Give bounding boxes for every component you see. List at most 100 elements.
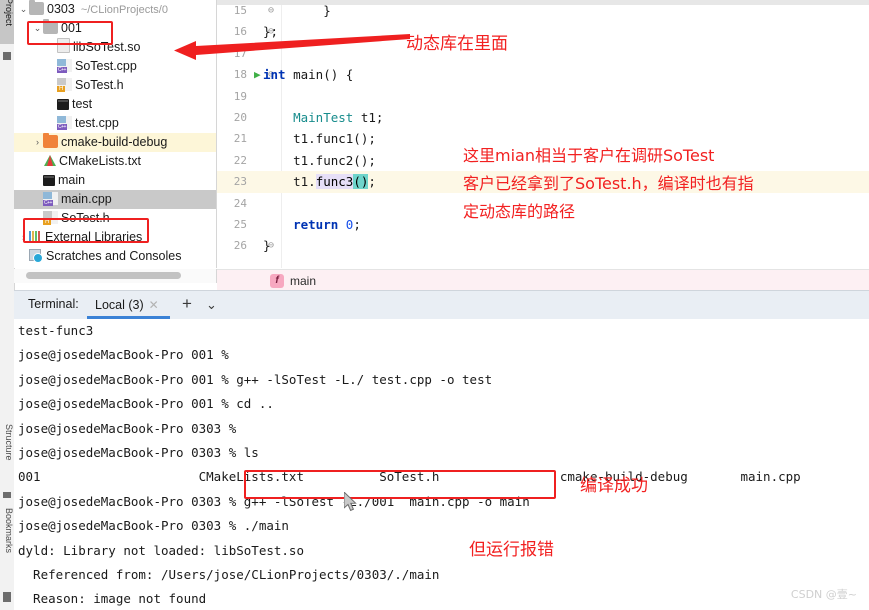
tree-item-main-cpp[interactable]: main.cpp xyxy=(14,190,216,209)
code-text: t1.func3(); xyxy=(263,171,376,192)
line-number: 24 xyxy=(233,196,247,210)
file-icon xyxy=(57,38,70,53)
project-tool-window[interactable]: ⌄ 0303 ~/CLionProjects/0 ⌄ 001 libSoTest.so So… xyxy=(14,0,217,268)
tree-item-sotest-h[interactable]: SoTest.h xyxy=(14,76,216,95)
cmake-icon xyxy=(43,154,56,167)
executable-icon xyxy=(57,99,69,110)
tree-item-label: SoTest.cpp xyxy=(75,59,137,74)
line-number: 26 xyxy=(233,239,247,253)
terminal-tab-label: Local (3) xyxy=(95,298,144,312)
bookmarks-tab-marker xyxy=(3,592,11,602)
tree-item-sotest-cpp[interactable]: SoTest.cpp xyxy=(14,57,216,76)
code-editor[interactable]: 15 ⊖ } 16 ⊖}; 17 18 ▶ ⊖ int main() {19 20 MainTes… xyxy=(217,0,869,268)
line-number: 23 xyxy=(233,175,247,189)
editor-line[interactable]: 16 ⊖}; xyxy=(217,21,869,42)
tree-item-path-hint: ~/CLionProjects/0 xyxy=(80,4,168,16)
sidebar-item-project[interactable]: Project xyxy=(0,0,14,44)
code-token: }; xyxy=(263,24,279,40)
tree-item-label: main xyxy=(58,173,86,188)
watermark: CSDN @壹~ xyxy=(790,588,857,601)
code-token: func3 xyxy=(315,174,354,190)
tree-item-main[interactable]: main xyxy=(14,171,216,190)
line-number: 22 xyxy=(233,153,247,167)
code-text: }; xyxy=(263,21,278,42)
editor-line[interactable]: 20 MainTest t1; xyxy=(217,107,869,128)
tree-item-0303[interactable]: ⌄ 0303 ~/CLionProjects/0 xyxy=(14,0,216,19)
cpp-file-icon xyxy=(57,116,72,130)
breadcrumb[interactable]: f main xyxy=(217,269,869,290)
close-icon[interactable]: ✕ xyxy=(149,298,159,312)
editor-line[interactable]: 21 t1.func1(); xyxy=(217,128,869,149)
folder-icon xyxy=(43,19,58,34)
code-text: t1.func2(); xyxy=(263,150,376,171)
code-token: t1; xyxy=(353,109,384,125)
tree-item-label: test.cpp xyxy=(75,116,119,131)
code-text: MainTest t1; xyxy=(263,107,383,128)
editor-line[interactable]: 18 ▶ ⊖ int main() { xyxy=(217,64,869,85)
breadcrumb-label[interactable]: main xyxy=(290,274,316,288)
terminal-line: test-func3 xyxy=(18,323,94,338)
tree-item-test-cpp[interactable]: test.cpp xyxy=(14,114,216,133)
tree-item-external-libraries[interactable]: › External Libraries xyxy=(14,228,216,247)
code-token: MainTest xyxy=(293,109,354,125)
tree-item-scratches-and-consoles[interactable]: Scratches and Consoles xyxy=(14,247,216,266)
terminal-title: Terminal: xyxy=(28,297,79,311)
tree-item-libsotest-so[interactable]: libSoTest.so xyxy=(14,38,216,57)
chevron-toggle-icon[interactable]: › xyxy=(32,133,43,152)
scratches-icon xyxy=(29,249,43,263)
tree-item-sotest-h[interactable]: SoTest.h xyxy=(14,209,216,228)
chevron-toggle-icon[interactable]: › xyxy=(18,228,29,247)
terminal-output[interactable]: test-func3 jose@josedeMacBook-Pro 001 % jo… xyxy=(14,319,869,610)
code-token: return xyxy=(293,216,339,232)
code-text: t1.func1(); xyxy=(263,128,376,149)
editor-line[interactable]: 22 t1.func2(); xyxy=(217,150,869,171)
tab-local-3[interactable]: Local (3) ✕ xyxy=(89,291,165,319)
cpp-file-icon xyxy=(57,59,72,73)
editor-line[interactable]: 19 xyxy=(217,86,869,107)
terminal-line: Referenced from: /Users/jose/CLionProjec… xyxy=(18,566,440,582)
tree-item-test[interactable]: test xyxy=(14,95,216,114)
line-number: 20 xyxy=(233,110,247,124)
tree-item-label: cmake-build-debug xyxy=(61,135,168,150)
tree-item-label: test xyxy=(72,97,93,112)
tree-item-label: SoTest.h xyxy=(61,211,110,226)
line-number: 21 xyxy=(233,132,247,146)
tree-item-cmake-build-debug[interactable]: › cmake-build-debug xyxy=(14,133,216,152)
terminal-line: jose@josedeMacBook-Pro 001 % cd .. xyxy=(18,396,274,412)
scrollbar-thumb[interactable] xyxy=(26,272,181,279)
line-number: 25 xyxy=(233,217,247,231)
code-token: t1.func1(); xyxy=(263,131,376,147)
terminal-line: jose@josedeMacBook-Pro 0303 % ./main xyxy=(18,518,289,534)
library-icon xyxy=(29,231,42,243)
tree-item-001[interactable]: ⌄ 001 xyxy=(14,19,216,38)
terminal-line: 001 CMakeLists.txt SoTest.h cmake-build-… xyxy=(18,469,801,485)
function-badge-icon: f xyxy=(270,273,284,288)
editor-line[interactable]: 17 xyxy=(217,43,869,64)
tree-item-cmakelists-txt[interactable]: CMakeLists.txt xyxy=(14,152,216,171)
code-token: t1. xyxy=(263,174,316,190)
editor-line[interactable]: 24 xyxy=(217,193,869,214)
sidebar-item-structure[interactable]: Structure xyxy=(0,424,14,486)
editor-line[interactable]: 26 ⊖} xyxy=(217,235,869,256)
project-tree-scrollbar[interactable] xyxy=(14,269,217,283)
structure-tab-marker xyxy=(3,492,11,498)
editor-line[interactable]: 23 t1.func3(); xyxy=(217,171,869,193)
editor-lines[interactable]: 15 ⊖ } 16 ⊖}; 17 18 ▶ ⊖ int main() {19 20 MainTes… xyxy=(217,0,869,257)
chevron-toggle-icon[interactable]: ⌄ xyxy=(32,19,43,38)
code-token: int xyxy=(263,67,286,83)
editor-line[interactable]: 25 return 0; xyxy=(217,214,869,235)
folder-icon xyxy=(29,0,44,15)
code-token: t1.func2(); xyxy=(263,152,376,168)
new-terminal-button[interactable]: + xyxy=(182,294,192,314)
chevron-toggle-icon[interactable]: ⌄ xyxy=(18,0,29,19)
code-token: } xyxy=(263,3,331,18)
sidebar-item-bookmarks[interactable]: Bookmarks xyxy=(0,508,14,578)
chevron-down-icon[interactable]: ⌄ xyxy=(206,297,217,313)
line-number: 17 xyxy=(233,46,247,60)
terminal-line: jose@josedeMacBook-Pro 0303 % ls xyxy=(18,444,259,460)
code-text: return 0; xyxy=(263,214,361,235)
code-token: main() { xyxy=(285,67,354,83)
